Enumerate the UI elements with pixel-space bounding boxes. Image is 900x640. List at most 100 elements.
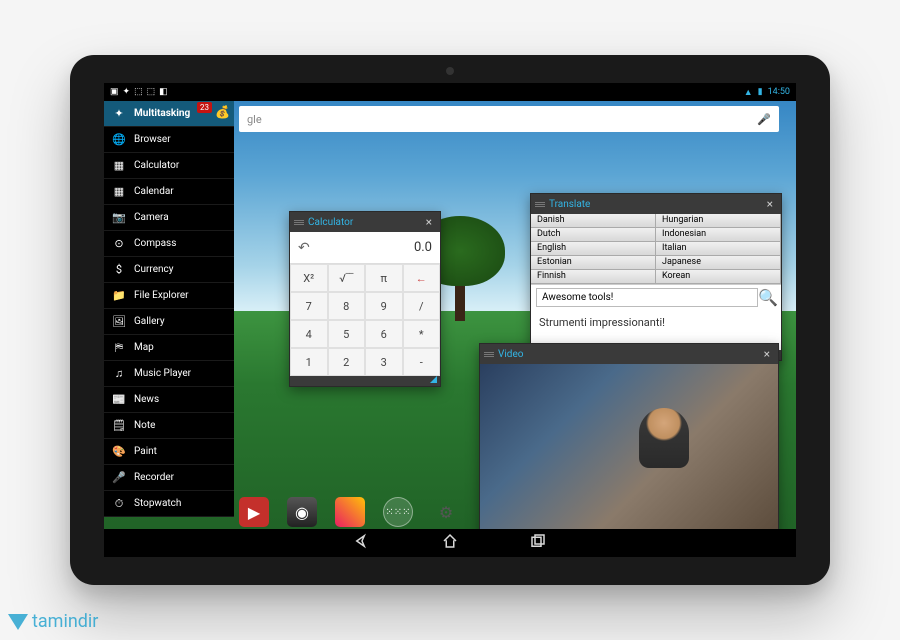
money-bag-icon: 💰	[215, 105, 230, 119]
resize-handle[interactable]	[290, 376, 440, 386]
sidebar-item-browser[interactable]: 🌐Browser	[104, 127, 234, 153]
video-window: Video ×	[479, 343, 779, 540]
calc-key-sqrt[interactable]: √‾‾	[328, 264, 366, 292]
calculator-titlebar[interactable]: Calculator ×	[290, 212, 440, 232]
navigation-bar	[104, 529, 796, 557]
window-title: Calculator	[308, 217, 353, 228]
notif-icon: ✦	[123, 87, 131, 97]
calc-key-5[interactable]: 5	[328, 320, 366, 348]
lang-option[interactable]: Hungarian	[656, 214, 780, 228]
watermark: tamindir	[8, 611, 98, 632]
calc-key-7[interactable]: 7	[290, 292, 328, 320]
close-icon[interactable]: ×	[422, 215, 436, 229]
sidebar-item-note[interactable]: 🗒Note	[104, 413, 234, 439]
sidebar-item-calendar[interactable]: ▦ Calendar	[104, 179, 234, 205]
sidebar-item-music-player[interactable]: ♫Music Player	[104, 361, 234, 387]
lang-option[interactable]: Danish	[531, 214, 655, 228]
calc-key-pi[interactable]: π	[365, 264, 403, 292]
calc-key-3[interactable]: 3	[365, 348, 403, 376]
watermark-icon	[8, 614, 28, 630]
calc-key-8[interactable]: 8	[328, 292, 366, 320]
translate-input[interactable]	[536, 288, 758, 307]
calc-key-6[interactable]: 6	[365, 320, 403, 348]
drag-handle-icon[interactable]	[484, 352, 494, 357]
settings-icon[interactable]: ⚙	[431, 497, 461, 527]
lang-option[interactable]: Indonesian	[656, 228, 780, 242]
calculator-icon: ▦	[112, 159, 126, 173]
recent-apps-button[interactable]	[529, 532, 547, 554]
calc-key-1[interactable]: 1	[290, 348, 328, 376]
calc-key-9[interactable]: 9	[365, 292, 403, 320]
translate-titlebar[interactable]: Translate ×	[531, 194, 781, 214]
calendar-icon: ▦	[112, 185, 126, 199]
calc-key-square[interactable]: X²	[290, 264, 328, 292]
folder-icon: 📁	[112, 289, 126, 303]
microphone-icon[interactable]: 🎤	[757, 113, 771, 126]
sidebar-item-compass[interactable]: ⊙Compass	[104, 231, 234, 257]
sidebar-label: Calendar	[134, 186, 174, 197]
drag-handle-icon[interactable]	[535, 202, 545, 207]
source-language-list[interactable]: Danish Dutch English Estonian Finnish	[531, 214, 656, 284]
sidebar-label: Browser	[134, 134, 171, 145]
music-icon: ♫	[112, 367, 126, 381]
calculator-window: Calculator × ↶ 0.0 X² √‾‾ π ← 7 8 9 / 4	[289, 211, 441, 387]
notification-badge: 23	[197, 102, 212, 113]
calc-key-divide[interactable]: /	[403, 292, 441, 320]
app-drawer-icon[interactable]: ⁙⁙⁙	[383, 497, 413, 527]
lang-option[interactable]: English	[531, 242, 655, 256]
calc-key-4[interactable]: 4	[290, 320, 328, 348]
translate-input-row: 🔍	[531, 284, 781, 310]
drag-handle-icon[interactable]	[294, 220, 304, 225]
sidebar-item-multitasking[interactable]: ✦ Multitasking 23 💰	[104, 101, 234, 127]
gallery-app-icon[interactable]	[335, 497, 365, 527]
sidebar-item-recorder[interactable]: 🎤Recorder	[104, 465, 234, 491]
sidebar-label: Note	[134, 420, 155, 431]
youtube-icon[interactable]: ▶	[239, 497, 269, 527]
lang-option[interactable]: Finnish	[531, 270, 655, 284]
sidebar-item-stopwatch[interactable]: ⏱Stopwatch	[104, 491, 234, 517]
gallery-icon: 🖼	[112, 315, 126, 329]
watermark-text: tamindir	[32, 611, 98, 632]
close-icon[interactable]: ×	[763, 197, 777, 211]
calc-key-2[interactable]: 2	[328, 348, 366, 376]
google-search-bar[interactable]: gle 🎤	[239, 106, 779, 132]
camera-app-icon[interactable]: ◉	[287, 497, 317, 527]
close-icon[interactable]: ×	[760, 347, 774, 361]
sidebar-item-file-explorer[interactable]: 📁File Explorer	[104, 283, 234, 309]
calc-key-multiply[interactable]: *	[403, 320, 441, 348]
camera-icon: 📷	[112, 211, 126, 225]
lang-option[interactable]: Japanese	[656, 256, 780, 270]
target-language-list[interactable]: Hungarian Indonesian Italian Japanese Ko…	[656, 214, 781, 284]
compass-icon: ⊙	[112, 237, 126, 251]
sidebar-item-news[interactable]: 📰News	[104, 387, 234, 413]
sidebar-item-map[interactable]: ⛿Map	[104, 335, 234, 361]
undo-icon[interactable]: ↶	[298, 240, 310, 256]
sidebar-item-calculator[interactable]: ▦Calculator	[104, 153, 234, 179]
sidebar-item-camera[interactable]: 📷 Camera	[104, 205, 234, 231]
display-value: 0.0	[414, 240, 432, 255]
sidebar-item-paint[interactable]: 🎨Paint	[104, 439, 234, 465]
video-player[interactable]	[480, 364, 778, 539]
clock: 14:50	[768, 87, 790, 97]
lang-option[interactable]: Dutch	[531, 228, 655, 242]
sidebar: ✦ Multitasking 23 💰 🌐Browser ▦Calculator…	[104, 101, 234, 517]
back-button[interactable]	[353, 532, 371, 554]
sidebar-item-gallery[interactable]: 🖼 Gallery	[104, 309, 234, 335]
sidebar-label: Gallery	[134, 316, 165, 327]
calculator-keypad: X² √‾‾ π ← 7 8 9 / 4 5 6 * 1 2 3 -	[290, 264, 440, 376]
lang-option[interactable]: Estonian	[531, 256, 655, 270]
video-titlebar[interactable]: Video ×	[480, 344, 778, 364]
sidebar-label: Currency	[134, 264, 174, 275]
calc-key-backspace[interactable]: ←	[403, 264, 441, 292]
sidebar-item-currency[interactable]: $Currency	[104, 257, 234, 283]
sidebar-label: Recorder	[134, 472, 174, 483]
calc-key-minus[interactable]: -	[403, 348, 441, 376]
lang-option[interactable]: Korean	[656, 270, 780, 284]
lang-option[interactable]: Italian	[656, 242, 780, 256]
front-camera	[446, 67, 454, 75]
sidebar-label: Camera	[134, 212, 169, 223]
search-icon[interactable]: 🔍	[758, 288, 776, 307]
language-selector: Danish Dutch English Estonian Finnish Hu…	[531, 214, 781, 284]
sidebar-label: News	[134, 394, 159, 405]
home-button[interactable]	[441, 532, 459, 554]
